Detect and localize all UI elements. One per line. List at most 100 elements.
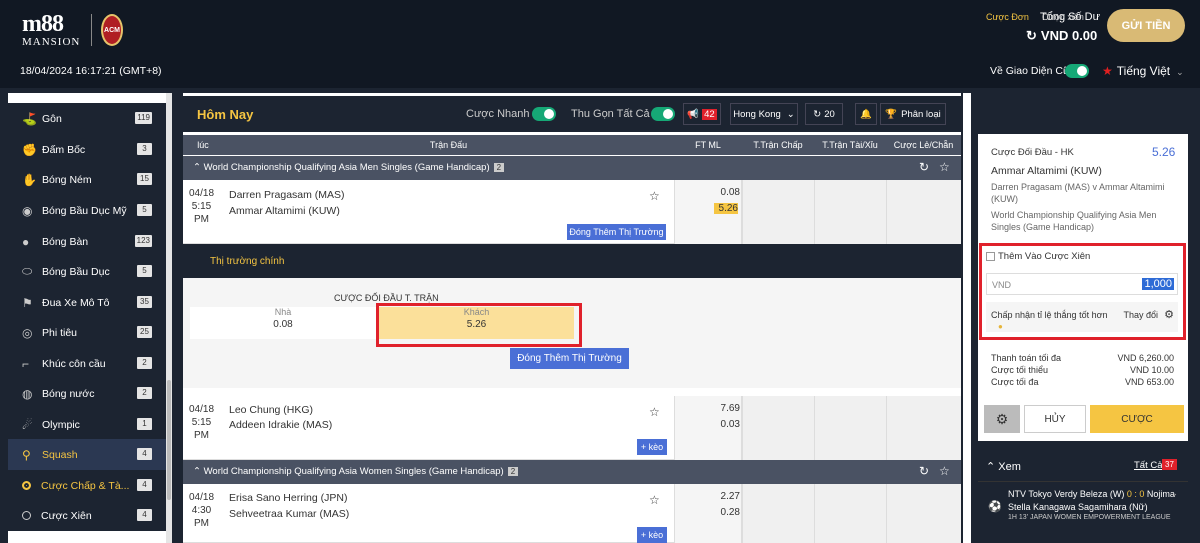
home-odd: 0.08 (273, 319, 293, 330)
table-tennis-icon: ● (22, 234, 30, 249)
sidebar-scroll-thumb[interactable] (167, 380, 171, 500)
highlight-box (979, 243, 1186, 340)
favorite-star-icon[interactable]: ☆ (649, 189, 660, 203)
place-bet-button[interactable]: CƯỢC (1090, 405, 1184, 433)
balance-value: ↻ VND 0.00 (1026, 28, 1101, 44)
sidebar-item-olympic[interactable]: ☄ Olympic 1 (8, 409, 166, 440)
sidebar-item-label: Đua Xe Mô Tô (42, 296, 110, 309)
league-header[interactable]: ⌃ World Championship Qualifying Asia Men… (183, 156, 961, 180)
handball-icon: ✋ (22, 172, 37, 187)
toggle-switch[interactable] (1065, 64, 1089, 78)
gear-icon: ⚙ (995, 410, 1009, 427)
refresh-icon[interactable]: ↻ (919, 160, 929, 174)
language-selector[interactable]: ★ Tiếng Việt ⌄ (1102, 64, 1184, 78)
count-badge: 4 (137, 448, 152, 460)
quick-bet-toggle[interactable] (532, 107, 556, 121)
tab-single-bet[interactable]: Cược Đơn (986, 12, 1029, 22)
m88-logo[interactable]: m88 MANSION (22, 12, 82, 48)
refresh-icon[interactable]: ↻ (1026, 28, 1037, 43)
sidebar-item-rugby[interactable]: ⬭ Bóng Bầu Dục 5 (8, 256, 166, 287)
motorbike-icon: ⚑ (22, 295, 33, 310)
sidebar-item-darts[interactable]: ◎ Phi tiêu 25 (8, 317, 166, 348)
old-ui-label: Về Giao Diện Cũ (990, 65, 1069, 77)
sidebar-item-water-polo[interactable]: ◍ Bóng nước 2 (8, 378, 166, 409)
sidebar-item-handball[interactable]: ✋ Bóng Ném 15 (8, 164, 166, 195)
quick-bet-label: Cược Nhanh (466, 108, 530, 120)
view-all-link[interactable]: Tất Cả (1134, 460, 1163, 471)
logo-divider (91, 14, 92, 46)
star-icon[interactable]: ☆ (939, 160, 950, 174)
live-team2: Stella Kanagawa Sagamihara (Nữ) (1008, 502, 1148, 512)
deposit-button[interactable]: GỬI TIỀN (1107, 9, 1185, 42)
live-title-label: Xem (998, 461, 1021, 473)
fast-markets-button[interactable]: 📢 42 (683, 103, 721, 125)
favorite-star-icon[interactable]: ☆ (649, 405, 660, 419)
odd-away[interactable]: 0.03 (714, 419, 740, 430)
away-team: Sehveetraa Kumar (MAS) (229, 508, 350, 520)
odd-even-cell (886, 180, 961, 244)
match-time: 04/18 5:15 PM (189, 188, 215, 225)
sidebar-item-american-football[interactable]: ◉ Bóng Bầu Dục Mỹ 5 (8, 195, 166, 226)
trophy-icon: 🏆 (885, 108, 898, 120)
odd-home[interactable]: 0.08 (714, 187, 740, 198)
home-team: Darren Pragasam (MAS) (229, 189, 345, 201)
sidebar-item-hockey[interactable]: ⌐ Khúc côn cầu 2 (8, 348, 166, 379)
sidebar-sub-parlay[interactable]: Cược Xiên 4 (8, 500, 166, 531)
sort-button[interactable]: 🏆 Phân loại (880, 103, 946, 125)
refresh-button[interactable]: ↻ 20 (805, 103, 843, 125)
star-icon[interactable]: ☆ (939, 464, 950, 478)
col-odd-even: Cược Lẻ/Chẵn (893, 140, 954, 150)
match-time: 04/18 4:30 PM (189, 492, 215, 529)
chevron-down-icon[interactable]: ⌄ (1170, 488, 1178, 499)
odd-even-cell (886, 396, 961, 460)
tab-parlay[interactable]: Cược xiên (1042, 12, 1084, 22)
sidebar-item-label: Khúc côn cầu (42, 357, 106, 370)
odd-away[interactable]: 0.28 (714, 507, 740, 518)
sidebar-item-squash[interactable]: ⚲ Squash 4 (8, 439, 166, 470)
odd-away[interactable]: 5.26 (714, 203, 738, 214)
megaphone-icon: 📢 (687, 108, 700, 120)
handicap-cell (742, 180, 814, 244)
refresh-icon[interactable]: ↻ (919, 464, 929, 478)
max-payout-value: VND 6,260.00 (1117, 353, 1174, 363)
sidebar-item-label: Phi tiêu (42, 326, 78, 339)
odd-home[interactable]: 7.69 (714, 403, 740, 414)
over-under-cell (814, 180, 886, 244)
soccer-ball-icon: ⚽ (988, 501, 1002, 513)
sidebar-sub-handicap[interactable]: Cược Chấp & Tà... 4 (8, 470, 166, 501)
max-bet-label: Cược tối đa (991, 377, 1039, 387)
collapse-all-toggle[interactable] (651, 107, 675, 121)
home-team: Erisa Sano Herring (JPN) (229, 492, 348, 504)
odd-even-cell (886, 484, 961, 543)
league-header[interactable]: ⌃ World Championship Qualifying Asia Wom… (183, 460, 961, 484)
home-odd-button[interactable]: Nhà 0.08 (190, 307, 376, 339)
main-scrollbar[interactable] (963, 93, 971, 543)
darts-icon: ◎ (22, 325, 33, 340)
sidebar-item-motorbike[interactable]: ⚑ Đua Xe Mô Tô 35 (8, 287, 166, 318)
max-payout-label: Thanh toán tối đa (991, 353, 1062, 363)
old-ui-toggle[interactable]: Về Giao Diện Cũ (990, 64, 1089, 78)
settings-button[interactable]: ⚙ (984, 405, 1020, 433)
live-match-line1[interactable]: NTV Tokyo Verdy Beleza (W) 0 : 0 Nojima (1008, 489, 1175, 499)
odds-format-select[interactable]: Hong Kong ⌄ (730, 103, 798, 125)
more-markets-button[interactable]: Đóng Thêm Thị Trường (567, 224, 666, 240)
odd-home[interactable]: 2.27 (714, 491, 740, 502)
sidebar-item-table-tennis[interactable]: ● Bóng Bàn 123 (8, 226, 166, 257)
notification-button[interactable]: 🔔 (855, 103, 877, 125)
favorite-star-icon[interactable]: ☆ (649, 493, 660, 507)
sidebar-item-golf[interactable]: ⛳ Gôn 119 (8, 103, 166, 134)
col-time: lúc (197, 140, 209, 150)
chevron-up-icon: ⌃ (193, 466, 204, 477)
bet-selection: Ammar Altamimi (KUW) (991, 165, 1102, 177)
col-match: Trận Đấu (429, 140, 468, 150)
sidebar-item-label: Squash (42, 448, 78, 461)
market-header: Thị trường chính (183, 244, 961, 278)
away-team: Ammar Altamimi (KUW) (229, 205, 340, 217)
more-markets-button[interactable]: Đóng Thêm Thị Trường (510, 348, 629, 369)
live-title[interactable]: ⌃ Xem (986, 460, 1021, 473)
vietnam-flag-icon: ★ (1102, 64, 1113, 78)
more-bets-button[interactable]: + kèo (637, 527, 667, 543)
cancel-button[interactable]: HỦY (1024, 405, 1086, 433)
sidebar-item-boxing[interactable]: ✊ Đấm Bốc 3 (8, 134, 166, 165)
more-bets-button[interactable]: + kèo (637, 439, 667, 455)
